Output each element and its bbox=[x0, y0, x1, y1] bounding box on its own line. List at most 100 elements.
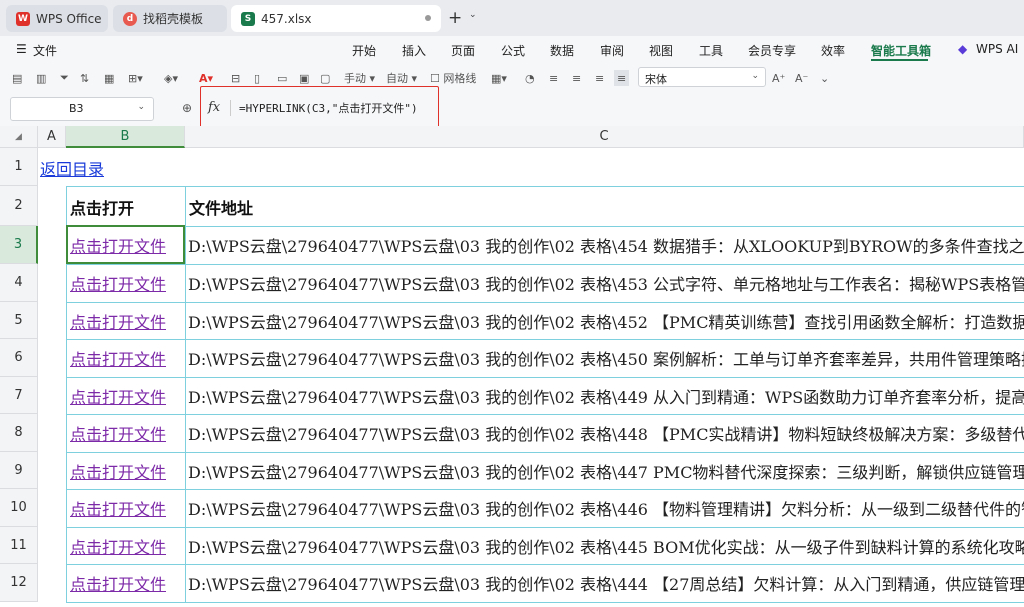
row-header-3[interactable]: 3 bbox=[0, 226, 38, 264]
file-path-cell[interactable]: D:\WPS云盘\279640477\WPS云盘\03 我的创作\02 表格\4… bbox=[188, 302, 1024, 340]
tab-label: 457.xlsx bbox=[261, 11, 312, 26]
cell-style-icon[interactable]: ▢ bbox=[320, 70, 330, 86]
unsaved-dot-icon[interactable] bbox=[425, 15, 431, 21]
file-path-cell[interactable]: D:\WPS云盘\279640477\WPS云盘\03 我的创作\02 表格\4… bbox=[188, 452, 1024, 490]
wrap-text-icon[interactable]: ⊟ bbox=[231, 70, 240, 86]
active-cell-selection bbox=[66, 225, 185, 264]
open-file-link[interactable]: 点击打开文件 bbox=[70, 414, 166, 452]
tab-label: 找稻壳模板 bbox=[143, 12, 204, 26]
menu-file[interactable]: 文件 bbox=[33, 42, 57, 59]
paste-icon[interactable]: ▤ bbox=[12, 70, 22, 86]
column-header-b[interactable]: B bbox=[66, 126, 185, 148]
formula-highlight-box bbox=[200, 86, 439, 128]
menu-start[interactable]: 开始 bbox=[352, 42, 376, 59]
chevron-down-icon[interactable]: ⌄ bbox=[469, 10, 477, 20]
menu-tools[interactable]: 工具 bbox=[699, 42, 723, 59]
format-painter-icon[interactable]: ▥ bbox=[36, 70, 46, 86]
file-path-cell[interactable]: D:\WPS云盘\279640477\WPS云盘\03 我的创作\02 表格\4… bbox=[188, 264, 1024, 302]
row-header-6[interactable]: 6 bbox=[0, 339, 38, 377]
file-path-cell[interactable]: D:\WPS云盘\279640477\WPS云盘\03 我的创作\02 表格\4… bbox=[188, 489, 1024, 527]
open-file-link[interactable]: 点击打开文件 bbox=[70, 527, 166, 565]
find-icon[interactable]: ◔ bbox=[525, 70, 535, 86]
row-header-5[interactable]: 5 bbox=[0, 302, 38, 339]
name-box[interactable]: B3 ⌄ bbox=[10, 97, 154, 121]
menu-wps-ai[interactable]: WPS AI bbox=[976, 42, 1018, 56]
align-center-icon[interactable]: ≡ bbox=[572, 70, 581, 86]
fill-color-icon[interactable]: ◈▾ bbox=[164, 70, 178, 86]
header-file-path: 文件地址 bbox=[189, 199, 254, 218]
menu-page[interactable]: 页面 bbox=[451, 42, 475, 59]
row-header-4[interactable]: 4 bbox=[0, 264, 38, 302]
row-header-1[interactable]: 1 bbox=[0, 148, 38, 186]
open-file-link[interactable]: 点击打开文件 bbox=[70, 489, 166, 527]
open-file-link[interactable]: 点击打开文件 bbox=[70, 302, 166, 340]
open-file-link[interactable]: 点击打开文件 bbox=[70, 339, 166, 377]
open-file-link[interactable]: 点击打开文件 bbox=[70, 377, 166, 415]
row-header-10[interactable]: 10 bbox=[0, 489, 38, 527]
filter-icon[interactable]: ⏷ bbox=[60, 70, 69, 86]
open-file-link[interactable]: 点击打开文件 bbox=[70, 452, 166, 490]
wps-logo-icon: W bbox=[16, 11, 30, 26]
tab-docer-templates[interactable]: d 找稻壳模板 bbox=[113, 5, 227, 32]
font-color-icon[interactable]: A▾ bbox=[199, 70, 213, 86]
row-header-2[interactable]: 2 bbox=[0, 186, 38, 226]
file-path-cell[interactable]: D:\WPS云盘\279640477\WPS云盘\03 我的创作\02 表格\4… bbox=[188, 226, 1024, 264]
decrease-font-icon[interactable]: A⁻ bbox=[795, 70, 808, 86]
wrap-manual-dropdown[interactable]: 手动 ▾ bbox=[344, 70, 375, 86]
file-path-cell[interactable]: D:\WPS云盘\279640477\WPS云盘\03 我的创作\02 表格\4… bbox=[188, 377, 1024, 415]
table-border bbox=[185, 186, 186, 602]
gridlines-checkbox[interactable]: ☐ 网格线 bbox=[430, 70, 476, 86]
chevron-down-icon[interactable]: ⌄ bbox=[820, 70, 829, 86]
table-style-icon[interactable]: ▣ bbox=[299, 70, 309, 86]
tab-457-xlsx[interactable]: S 457.xlsx bbox=[231, 5, 441, 32]
file-path-cell[interactable]: D:\WPS云盘\279640477\WPS云盘\03 我的创作\02 表格\4… bbox=[188, 527, 1024, 565]
row-header-7[interactable]: 7 bbox=[0, 377, 38, 414]
column-header-c[interactable]: C bbox=[185, 126, 1024, 148]
menu-smart-toolbox[interactable]: 智能工具箱 bbox=[871, 42, 931, 59]
row-header-8[interactable]: 8 bbox=[0, 414, 38, 452]
chevron-down-icon: ⌄ bbox=[751, 71, 759, 81]
increase-font-icon[interactable]: A⁺ bbox=[772, 70, 785, 86]
wps-ai-icon: ◆ bbox=[958, 42, 968, 56]
docer-icon: d bbox=[123, 11, 137, 26]
active-menu-underline bbox=[871, 59, 928, 61]
menu-data[interactable]: 数据 bbox=[550, 42, 574, 59]
align-left-icon[interactable]: ≡ bbox=[549, 70, 558, 86]
select-all-corner[interactable]: ◢ bbox=[0, 126, 38, 148]
menu-insert[interactable]: 插入 bbox=[402, 42, 426, 59]
column-icon[interactable]: ▯ bbox=[254, 70, 260, 86]
sort-icon[interactable]: ⇅ bbox=[80, 70, 89, 86]
open-file-link[interactable]: 点击打开文件 bbox=[70, 264, 166, 302]
column-header-a[interactable]: A bbox=[38, 126, 66, 148]
font-name-select[interactable]: 宋体 ⌄ bbox=[638, 67, 766, 87]
menu-efficiency[interactable]: 效率 bbox=[821, 42, 845, 59]
menu-review[interactable]: 审阅 bbox=[600, 42, 624, 59]
align-right-icon[interactable]: ≡ bbox=[595, 70, 604, 86]
row-header-9[interactable]: 9 bbox=[0, 452, 38, 489]
file-path-cell[interactable]: D:\WPS云盘\279640477\WPS云盘\03 我的创作\02 表格\4… bbox=[188, 339, 1024, 377]
row-header-11[interactable]: 11 bbox=[0, 527, 38, 564]
grid-table-icon[interactable]: ▦▾ bbox=[491, 70, 507, 86]
hamburger-menu-icon[interactable]: ☰ bbox=[16, 42, 27, 56]
row-header-12[interactable]: 12 bbox=[0, 564, 38, 602]
open-file-link[interactable]: 点击打开文件 bbox=[70, 564, 166, 602]
table-border bbox=[66, 602, 1024, 603]
menu-view[interactable]: 视图 bbox=[649, 42, 673, 59]
borders-icon[interactable]: ⊞▾ bbox=[128, 70, 143, 86]
freeze-pane-icon[interactable]: ▦ bbox=[104, 70, 114, 86]
header-click-open: 点击打开 bbox=[70, 199, 135, 218]
file-path-cell[interactable]: D:\WPS云盘\279640477\WPS云盘\03 我的创作\02 表格\4… bbox=[188, 414, 1024, 452]
chevron-down-icon: ⌄ bbox=[137, 102, 145, 112]
back-to-index-link[interactable]: 返回目录 bbox=[40, 149, 104, 187]
wrap-auto-dropdown[interactable]: 自动 ▾ bbox=[386, 70, 417, 86]
menu-formula[interactable]: 公式 bbox=[501, 42, 525, 59]
table-border bbox=[66, 186, 1024, 187]
zoom-search-icon[interactable]: ⊕ bbox=[182, 101, 192, 115]
title-tab-bar: W WPS Office d 找稻壳模板 S 457.xlsx + ⌄ bbox=[0, 0, 1024, 36]
align-justify-icon[interactable]: ≡ bbox=[614, 70, 630, 86]
file-path-cell[interactable]: D:\WPS云盘\279640477\WPS云盘\03 我的创作\02 表格\4… bbox=[188, 564, 1024, 602]
new-tab-plus-icon[interactable]: + bbox=[448, 8, 462, 28]
merge-icon[interactable]: ▭ bbox=[277, 70, 287, 86]
tab-wps-office[interactable]: W WPS Office bbox=[6, 5, 108, 32]
menu-member[interactable]: 会员专享 bbox=[748, 42, 796, 59]
